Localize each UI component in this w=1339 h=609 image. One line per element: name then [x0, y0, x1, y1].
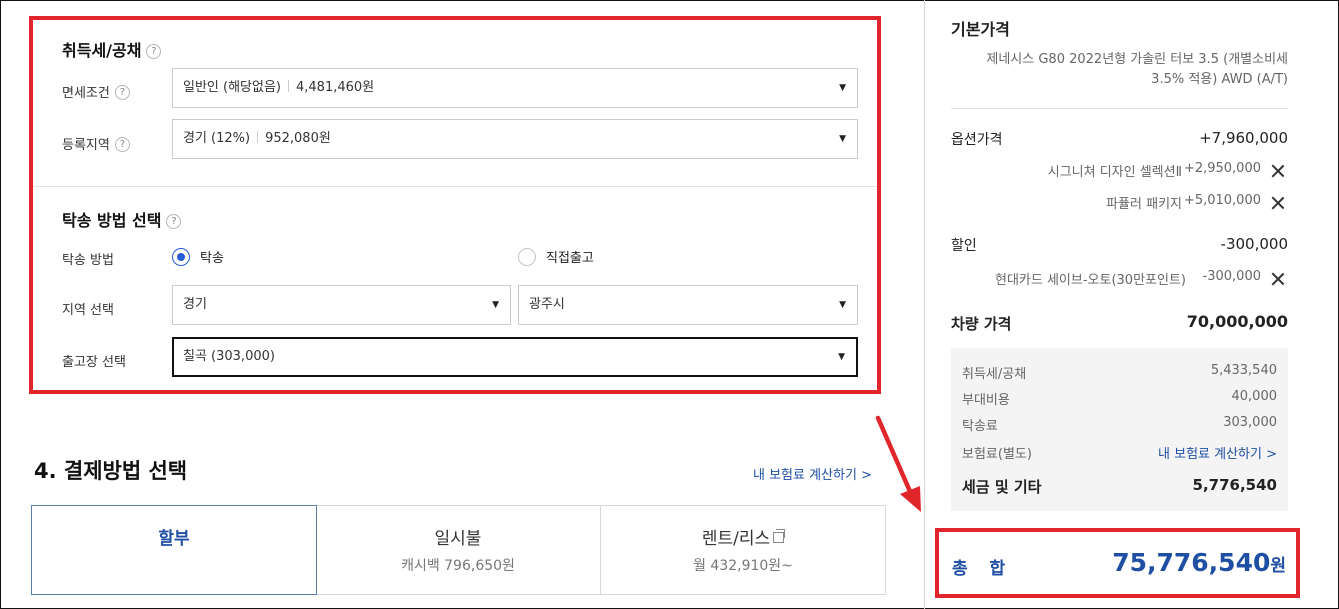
radio-direct-pickup[interactable]: 직접출고	[518, 247, 594, 266]
help-icon[interactable]: ?	[114, 85, 130, 100]
tax-item-value: 5,433,540	[1210, 363, 1277, 378]
radio-delivery[interactable]: 탁송	[172, 247, 224, 266]
base-price-title: 기본가격	[951, 20, 1010, 39]
base-price-desc-line1: 제네시스 G80 2022년형 가솔린 터보 3.5 (개별소비세	[986, 52, 1288, 67]
tax-item-name: 취득세/공채	[962, 367, 1027, 382]
car-price-value: 70,000,000	[1186, 312, 1288, 331]
option-price-total: +7,960,000	[1199, 129, 1288, 147]
radio-direct-label: 직접출고	[546, 251, 594, 266]
remove-discount-icon[interactable]	[1271, 272, 1285, 286]
radio-delivery-label: 탁송	[200, 251, 224, 266]
panel-divider	[924, 0, 925, 609]
discount-item-name: 현대카드 세이브-오토(30만포인트)	[995, 273, 1186, 288]
caret-down-icon: ▼	[838, 352, 845, 362]
tab-rent-lease-sub: 월 432,910원~	[693, 558, 793, 574]
tax-title-text: 취득세/공채	[62, 41, 142, 60]
remove-option-icon[interactable]	[1271, 196, 1285, 210]
factory-select[interactable]: 칠곡 (303,000) ▼	[172, 337, 858, 377]
area-select[interactable]: 경기 ▼	[172, 285, 511, 325]
delivery-title-text: 탁송 방법 선택	[62, 211, 162, 230]
discount-total: -300,000	[1220, 235, 1288, 253]
help-icon[interactable]: ?	[114, 137, 130, 152]
delivery-method-label: 탁송 방법	[62, 253, 114, 268]
radio-unselected-icon	[518, 247, 536, 266]
caret-down-icon: ▼	[839, 300, 846, 310]
tab-installment[interactable]: 할부	[31, 505, 317, 595]
region-label: 등록지역?	[62, 134, 130, 153]
tab-lump-sum-label: 일시불	[434, 529, 482, 549]
remove-option-icon[interactable]	[1271, 164, 1285, 178]
tax-total-label: 세금 및 기타	[962, 478, 1042, 496]
option-item-price: +5,010,000	[1183, 193, 1261, 208]
discount-label: 할인	[951, 238, 977, 254]
area-label: 지역 선택	[62, 303, 114, 318]
region-select[interactable]: 경기 (12%) 952,080원 ▼	[172, 119, 858, 159]
grand-total-value: 75,776,540원	[1112, 548, 1286, 577]
exemption-label: 면세조건?	[62, 82, 130, 101]
tax-item-value: 303,000	[1223, 415, 1277, 430]
grand-total-unit: 원	[1270, 556, 1286, 576]
base-price-desc-line2: 3.5% 적용) AWD (A/T)	[1151, 72, 1288, 87]
insurance-calc-link[interactable]: 내 보험료 계산하기 >	[753, 464, 872, 483]
grand-total-box: 총 합 75,776,540원	[935, 528, 1300, 598]
city-value: 광주시	[529, 297, 565, 312]
region-amount: 952,080원	[265, 131, 331, 146]
delivery-section-title: 탁송 방법 선택?	[62, 207, 182, 231]
tax-total-value: 5,776,540	[1192, 476, 1277, 494]
help-icon[interactable]: ?	[166, 214, 182, 229]
tax-item-name: 탁송료	[962, 419, 998, 434]
caret-down-icon: ▼	[839, 134, 846, 144]
option-price-label: 옵션가격	[951, 132, 1003, 148]
exemption-select[interactable]: 일반인 (해당없음) 4,481,460원 ▼	[172, 68, 858, 108]
region-label-text: 등록지역	[62, 138, 110, 153]
caret-down-icon: ▼	[492, 300, 499, 310]
grand-total-label: 총 합	[952, 559, 1014, 579]
tax-summary-box: 취득세/공채 5,433,540 부대비용 40,000 탁송료 303,000…	[951, 348, 1288, 511]
factory-label: 출고장 선택	[62, 355, 126, 370]
insurance-label: 보험료(별도)	[962, 447, 1032, 462]
exemption-label-text: 면세조건	[62, 86, 110, 101]
option-item-price: +2,950,000	[1183, 161, 1261, 176]
tab-rent-lease[interactable]: 렌트/리스 월 432,910원~	[601, 506, 885, 594]
tax-item-name: 부대비용	[962, 393, 1010, 408]
tab-installment-label: 할부	[158, 529, 190, 549]
payment-section-title: 4. 결제방법 선택	[34, 459, 188, 483]
region-value: 경기 (12%)	[183, 131, 251, 146]
caret-down-icon: ▼	[839, 83, 846, 93]
delivery-section: 탁송 방법 선택? 탁송 방법 탁송 직접출고 지역 선택 경기 ▼ 광주시 ▼…	[33, 186, 877, 390]
tab-rent-lease-label: 렌트/리스	[701, 529, 771, 549]
help-icon[interactable]: ?	[146, 44, 162, 59]
city-select[interactable]: 광주시 ▼	[518, 285, 858, 325]
factory-value: 칠곡 (303,000)	[183, 349, 275, 364]
payment-tabs: 할부 일시불 캐시백 796,650원 렌트/리스 월 432,910원~	[31, 505, 886, 595]
car-price-label: 차량 가격	[951, 315, 1012, 333]
insurance-calc-link-summary[interactable]: 내 보험료 계산하기 >	[1158, 443, 1277, 462]
tax-section-title: 취득세/공채?	[62, 37, 162, 61]
discount-item-price: -300,000	[1202, 269, 1261, 284]
red-arrow-icon	[875, 415, 921, 512]
area-value: 경기	[183, 297, 207, 312]
tab-lump-sum-sub: 캐시백 796,650원	[401, 558, 515, 574]
option-item-name: 시그니쳐 디자인 셀렉션Ⅱ	[1047, 165, 1182, 180]
exemption-value: 일반인 (해당없음)	[183, 80, 281, 95]
external-window-icon	[773, 529, 786, 543]
tax-item-value: 40,000	[1231, 389, 1278, 404]
option-item-name: 파퓰러 패키지	[1106, 197, 1182, 212]
radio-selected-icon	[172, 247, 190, 266]
grand-total-number: 75,776,540	[1112, 548, 1271, 577]
tax-section: 취득세/공채? 면세조건? 일반인 (해당없음) 4,481,460원 ▼ 등록지…	[33, 20, 877, 185]
tax-delivery-panel: 취득세/공채? 면세조건? 일반인 (해당없음) 4,481,460원 ▼ 등록지…	[29, 16, 881, 394]
tab-lump-sum[interactable]: 일시불 캐시백 796,650원	[316, 506, 601, 594]
exemption-amount: 4,481,460원	[296, 80, 375, 95]
separator	[951, 108, 1288, 109]
